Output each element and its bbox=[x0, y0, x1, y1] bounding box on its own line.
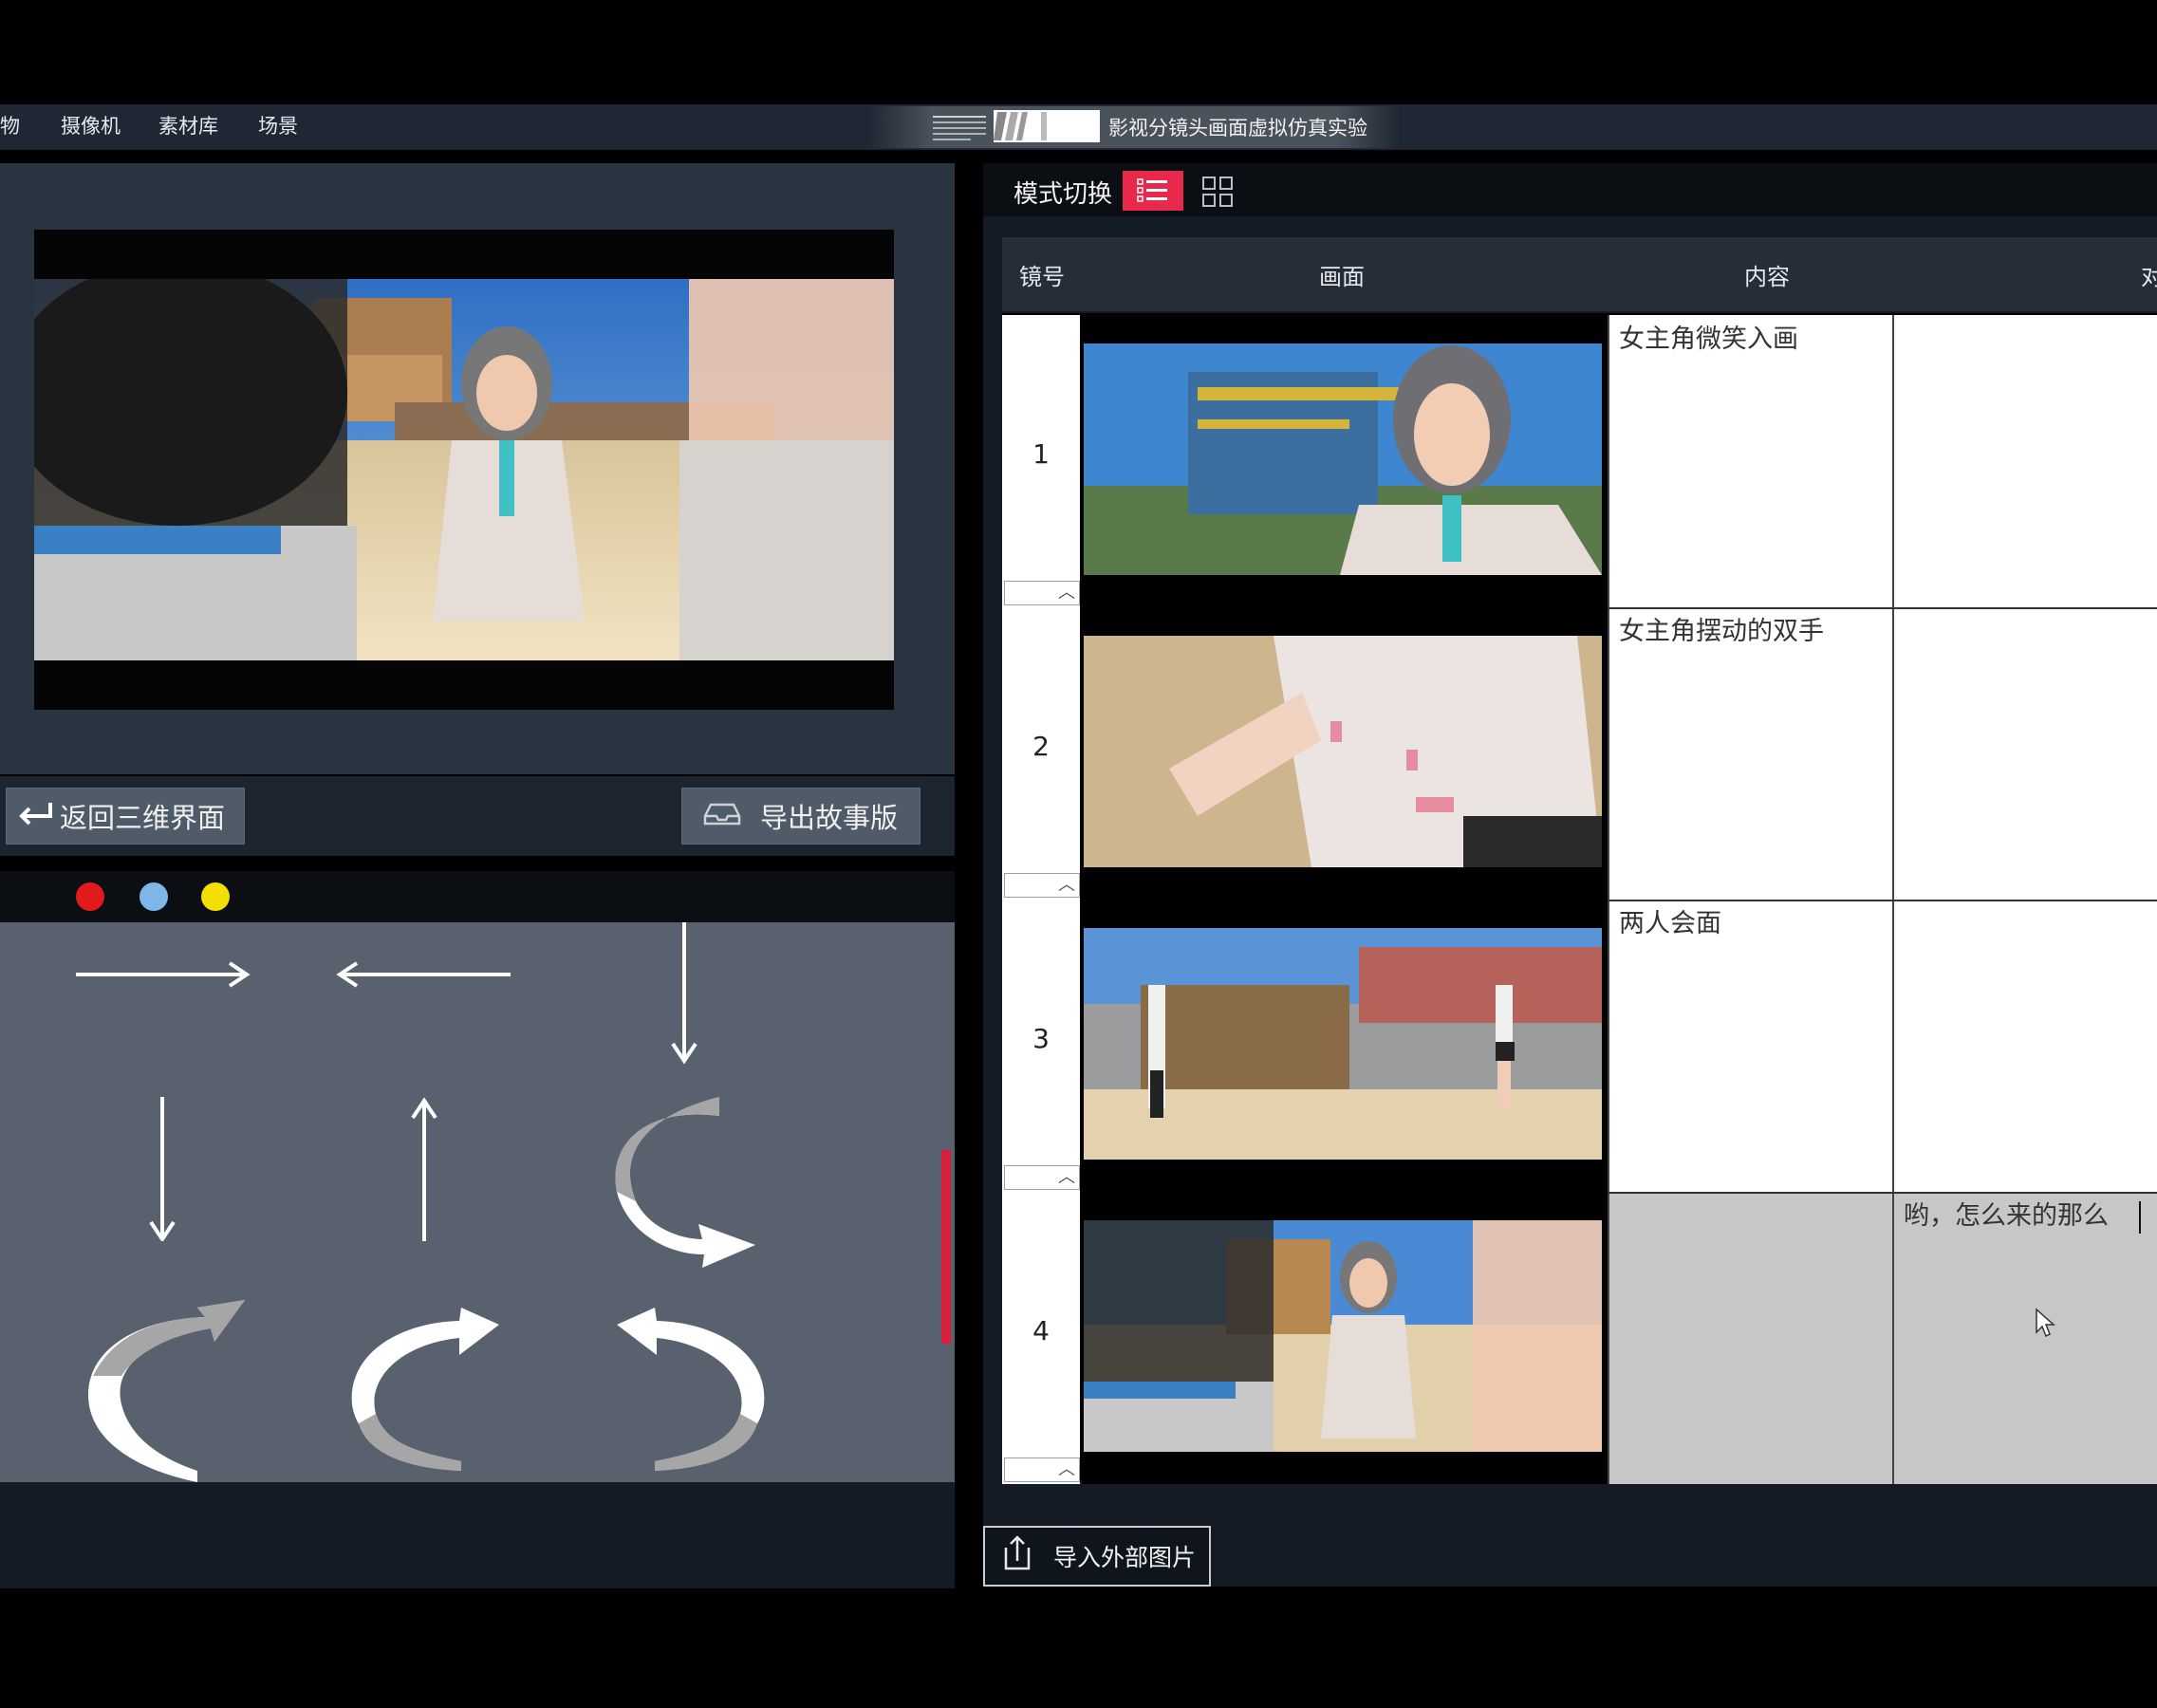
preview-toolbar: 返回三维界面 导出故事版 bbox=[0, 776, 955, 856]
arrow-down-icon[interactable] bbox=[670, 922, 698, 1065]
import-image-label: 导入外部图片 bbox=[1053, 1544, 1197, 1571]
row-divider bbox=[1608, 607, 2157, 609]
table-header: 镜号 画面 内容 对 bbox=[1002, 237, 2157, 311]
dialogue-cell[interactable] bbox=[1892, 900, 2157, 1192]
university-logo bbox=[931, 112, 988, 142]
table-row: 4 ︿ 哟，怎么来的那么 bbox=[1002, 1192, 2157, 1484]
arrow-left-icon[interactable] bbox=[336, 960, 512, 989]
header-frame: 画面 bbox=[1319, 264, 1365, 290]
app-title: 影视分镜头画面虚拟仿真实验 bbox=[1108, 117, 1367, 139]
chevron-up-icon: ︿ bbox=[1058, 875, 1075, 895]
frame-thumbnail bbox=[1084, 343, 1602, 575]
content-cell[interactable]: 女主角摆动的双手 bbox=[1608, 607, 1892, 900]
mouse-cursor-icon bbox=[2036, 1308, 2055, 1338]
table-row: 1 ︿ 女主角微笑入画 bbox=[1002, 315, 2157, 607]
content-text: 女主角微笑入画 bbox=[1619, 325, 1798, 354]
preview-image bbox=[34, 279, 894, 660]
shot-number-cell[interactable]: 3 ︿ bbox=[1002, 900, 1080, 1192]
content-cell[interactable]: 两人会面 bbox=[1608, 900, 1892, 1192]
content-cell[interactable] bbox=[1608, 1192, 1892, 1484]
dialogue-cell-active[interactable]: 哟，怎么来的那么 bbox=[1892, 1192, 2157, 1484]
shot-number-spinner[interactable]: ︿ bbox=[1004, 873, 1080, 898]
arrow-library bbox=[0, 922, 955, 1482]
shot-number: 4 bbox=[1032, 1315, 1050, 1346]
shot-number-cell[interactable]: 1 ︿ bbox=[1002, 315, 1080, 607]
shot-number-cell[interactable]: 2 ︿ bbox=[1002, 607, 1080, 900]
list-view-button[interactable] bbox=[1123, 171, 1183, 211]
list-icon bbox=[1137, 178, 1167, 202]
content-text: 女主角摆动的双手 bbox=[1619, 617, 1824, 646]
palette-scrollbar[interactable] bbox=[941, 1150, 951, 1344]
logo-placeholder bbox=[994, 110, 1100, 142]
grid-icon bbox=[1202, 176, 1233, 207]
export-icon bbox=[701, 799, 743, 834]
frame-thumbnail bbox=[1084, 928, 1602, 1160]
back-arrow-icon bbox=[16, 799, 54, 834]
shot-number: 1 bbox=[1032, 438, 1050, 470]
curved-arrow-counterclockwise-icon[interactable] bbox=[607, 1300, 769, 1482]
shot-number-cell[interactable]: 4 ︿ bbox=[1002, 1192, 1080, 1484]
menu-item-characters[interactable]: 物 bbox=[0, 112, 20, 140]
frame-cell[interactable] bbox=[1082, 1192, 1659, 1484]
frame-thumbnail bbox=[1084, 1220, 1602, 1452]
back-to-3d-button[interactable]: 返回三维界面 bbox=[6, 788, 245, 845]
arrow-right-icon[interactable] bbox=[74, 960, 251, 989]
menu-item-camera[interactable]: 摄像机 bbox=[61, 112, 121, 140]
shot-number: 2 bbox=[1032, 731, 1050, 762]
upload-icon bbox=[1002, 1534, 1032, 1578]
content-cell[interactable]: 女主角微笑入画 bbox=[1608, 315, 1892, 607]
frame-thumbnail bbox=[1084, 636, 1602, 867]
header-content: 内容 bbox=[1744, 264, 1790, 290]
color-palette-bar bbox=[0, 871, 955, 922]
table-row: 3 ︿ 两人会面 bbox=[1002, 900, 2157, 1192]
menu-item-scene[interactable]: 场景 bbox=[258, 112, 298, 140]
color-red-swatch[interactable] bbox=[76, 882, 104, 911]
frame-cell[interactable] bbox=[1082, 607, 1659, 900]
content-text: 两人会面 bbox=[1619, 909, 1721, 938]
arrow-up-icon[interactable] bbox=[410, 1097, 438, 1241]
chevron-up-icon: ︿ bbox=[1058, 1167, 1075, 1187]
frame-cell[interactable] bbox=[1082, 315, 1659, 607]
frame-cell[interactable] bbox=[1082, 900, 1659, 1192]
chevron-up-icon: ︿ bbox=[1058, 1459, 1075, 1479]
left-footer bbox=[0, 1482, 955, 1588]
color-yellow-swatch[interactable] bbox=[201, 882, 230, 911]
text-caret bbox=[2139, 1201, 2141, 1234]
dialogue-cell[interactable] bbox=[1892, 315, 2157, 607]
mode-switch-label: 模式切换 bbox=[1013, 180, 1113, 209]
shot-number: 3 bbox=[1032, 1023, 1050, 1054]
curved-arrow-clockwise-icon[interactable] bbox=[347, 1300, 509, 1482]
shot-number-spinner[interactable]: ︿ bbox=[1004, 581, 1080, 605]
export-storyboard-button[interactable]: 导出故事版 bbox=[681, 788, 920, 845]
back-to-3d-label: 返回三维界面 bbox=[60, 802, 226, 834]
dialogue-text: 哟，怎么来的那么 bbox=[1904, 1201, 2109, 1231]
curved-arrow-down-right-icon[interactable] bbox=[607, 1097, 759, 1277]
export-storyboard-label: 导出故事版 bbox=[760, 802, 899, 834]
header-shot-no: 镜号 bbox=[1019, 264, 1065, 290]
table-row: 2 ︿ 女主角摆动的双手 bbox=[1002, 607, 2157, 900]
color-blue-swatch[interactable] bbox=[139, 882, 168, 911]
row-divider bbox=[1608, 1192, 2157, 1194]
menu-item-asset-library[interactable]: 素材库 bbox=[158, 112, 218, 140]
import-image-button[interactable]: 导入外部图片 bbox=[983, 1526, 1211, 1587]
shot-number-spinner[interactable]: ︿ bbox=[1004, 1457, 1080, 1482]
header-dialogue: 对 bbox=[2141, 264, 2157, 290]
dialogue-cell[interactable] bbox=[1892, 607, 2157, 900]
shot-number-spinner[interactable]: ︿ bbox=[1004, 1165, 1080, 1190]
chevron-up-icon: ︿ bbox=[1058, 583, 1075, 603]
row-divider bbox=[1608, 900, 2157, 901]
grid-view-button[interactable] bbox=[1200, 175, 1235, 209]
curved-arrow-up-right-icon[interactable] bbox=[84, 1300, 245, 1482]
arrow-down-long-icon[interactable] bbox=[148, 1097, 177, 1241]
